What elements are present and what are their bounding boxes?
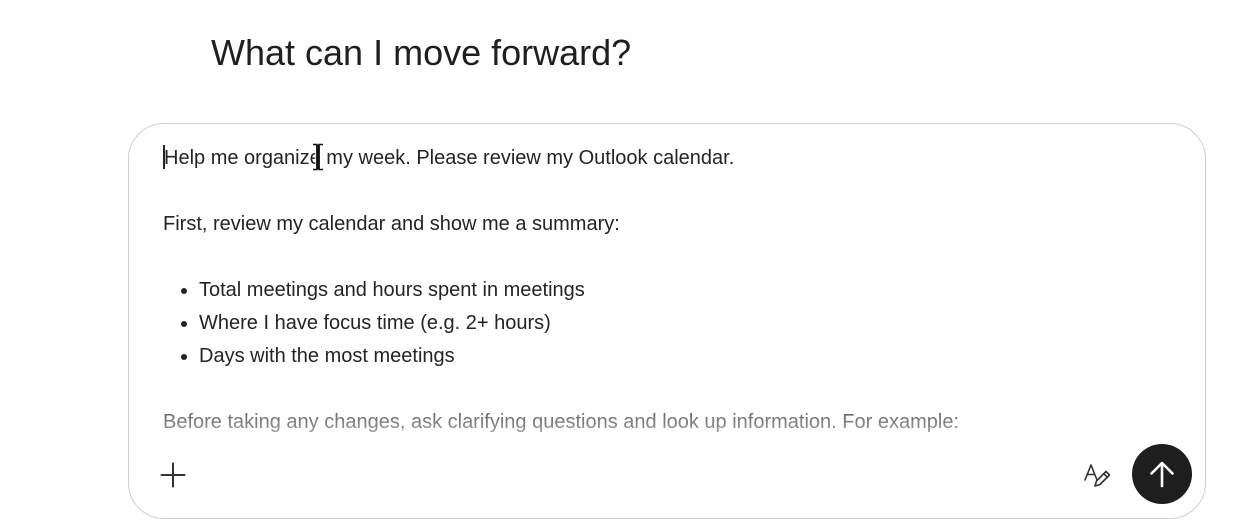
prompt-line-1: Help me organize my week. Please review … bbox=[164, 147, 735, 169]
page: What can I move forward? Help me organiz… bbox=[0, 0, 1252, 531]
prompt-line-3: Before taking any changes, ask clarifyin… bbox=[163, 411, 959, 433]
list-item: Total meetings and hours spent in meetin… bbox=[199, 274, 1173, 307]
message-composer: Help me organize my week. Please review … bbox=[128, 123, 1206, 519]
list-item: Days with the most meetings bbox=[199, 340, 1173, 373]
send-button[interactable] bbox=[1132, 444, 1192, 504]
prompt-line: Help me organize my week. Please review … bbox=[163, 142, 1173, 175]
list-item: Where I have focus time (e.g. 2+ hours) bbox=[199, 307, 1173, 340]
summary-list: Total meetings and hours spent in meetin… bbox=[163, 274, 1173, 373]
add-attachment-button[interactable] bbox=[150, 452, 196, 498]
prompt-line-2: First, review my calendar and show me a … bbox=[163, 213, 620, 235]
page-heading: What can I move forward? bbox=[211, 32, 632, 73]
prompt-input[interactable]: Help me organize my week. Please review … bbox=[163, 142, 1173, 442]
text-style-button[interactable] bbox=[1074, 452, 1120, 498]
arrow-up-icon bbox=[1150, 461, 1174, 488]
plus-icon bbox=[160, 462, 186, 488]
text-style-pen-icon bbox=[1084, 464, 1111, 487]
